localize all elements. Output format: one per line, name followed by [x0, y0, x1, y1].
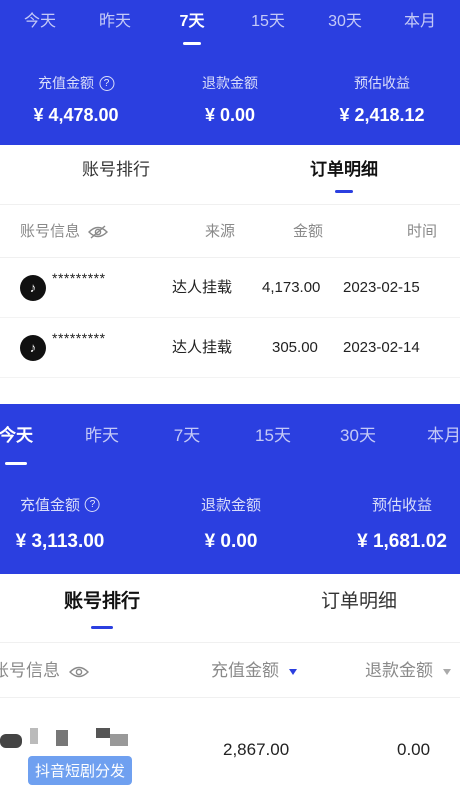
stat-refund-label: 退款金额	[200, 497, 262, 514]
eye-icon[interactable]	[68, 665, 89, 679]
tab-order-detail[interactable]: 订单明细	[321, 574, 397, 630]
tab-this-month[interactable]: 本月	[427, 404, 460, 468]
tab-30-days[interactable]: 30天	[328, 0, 362, 44]
eye-off-icon[interactable]	[88, 225, 109, 239]
col-recharge: 充值金额	[211, 661, 279, 680]
stats-header: 今天 昨天 7天 15天 30天 本月 充值金额 ? ¥ 3,113.00 退款…	[0, 404, 460, 574]
stat-estimated-value: ¥ 2,418.12	[339, 105, 425, 125]
masked-account: *********	[52, 270, 106, 286]
stat-refund-value: ¥ 0.00	[204, 105, 256, 125]
row-source: 达人挂载	[172, 279, 233, 296]
stat-recharge-value: ¥ 4,478.00	[33, 105, 119, 125]
row-source: 达人挂载	[172, 339, 233, 356]
stat-recharge-label: 充值金额	[19, 497, 81, 514]
sort-caret-icon[interactable]	[289, 668, 297, 675]
stat-refund: 退款金额 ¥ 0.00	[202, 73, 258, 126]
tiktok-icon: ♪	[20, 275, 46, 301]
stat-refund: 退款金额 ¥ 0.00	[201, 494, 261, 553]
tab-today[interactable]: 今天	[24, 0, 56, 44]
row-amount: 305.00	[272, 339, 318, 356]
active-tab-indicator	[183, 42, 201, 45]
col-amount: 金额	[293, 223, 324, 240]
table-header: 账号信息 来源 金额 时间	[0, 204, 460, 258]
tab-account-rank[interactable]: 账号排行	[82, 145, 150, 195]
tab-15-days[interactable]: 15天	[251, 0, 285, 44]
stat-estimated-label: 预估收益	[353, 75, 410, 91]
tiktok-icon: ♪	[20, 335, 46, 361]
help-icon[interactable]: ?	[98, 75, 114, 91]
tab-15-days[interactable]: 15天	[255, 404, 291, 468]
table-row[interactable]: ♪ ********* 达人挂载 305.00 2023-02-14	[0, 318, 460, 378]
screenshot-7-days: 今天 昨天 7天 15天 30天 本月 充值金额 ? ¥ 4,478.00 退款…	[0, 0, 460, 378]
stat-estimated: 预估收益 ¥ 2,418.12	[339, 73, 424, 126]
stat-recharge: 充值金额 ? ¥ 3,113.00	[15, 494, 105, 553]
table-header: 账号信息 充值金额 退款金额	[0, 642, 460, 698]
col-refund: 退款金额	[365, 661, 433, 680]
masked-account: *********	[52, 330, 106, 346]
table-row[interactable]: ♪ ********* 达人挂载 4,173.00 2023-02-15	[0, 258, 460, 318]
active-tab-indicator	[5, 462, 27, 465]
tab-today[interactable]: 今天	[0, 404, 33, 468]
sort-caret-icon[interactable]	[443, 668, 451, 675]
row-time: 2023-02-15	[343, 279, 420, 296]
stat-recharge-label: 充值金额	[37, 75, 94, 91]
row-time: 2023-02-14	[343, 339, 420, 356]
active-subtab-indicator	[91, 626, 113, 629]
tab-yesterday[interactable]: 昨天	[99, 0, 131, 44]
tab-this-month[interactable]: 本月	[404, 0, 436, 44]
stat-refund-value: ¥ 0.00	[204, 531, 258, 552]
row-refund: 0.00	[397, 740, 431, 759]
account-tag: 抖音短剧分发	[28, 756, 133, 785]
screenshot-divider	[0, 378, 460, 404]
row-amount: 4,173.00	[262, 279, 321, 296]
col-account: 账号信息	[0, 661, 60, 680]
tab-account-rank[interactable]: 账号排行	[64, 574, 140, 630]
row-recharge: 2,867.00	[223, 740, 290, 759]
tab-order-detail[interactable]: 订单明细	[310, 145, 378, 195]
view-tabs: 账号排行 订单明细	[0, 574, 460, 636]
stat-refund-label: 退款金额	[202, 75, 258, 91]
stat-recharge-value: ¥ 3,113.00	[15, 531, 105, 552]
screenshot-today: 今天 昨天 7天 15天 30天 本月 充值金额 ? ¥ 3,113.00 退款…	[0, 404, 460, 790]
date-range-tabs: 今天 昨天 7天 15天 30天 本月	[0, 404, 460, 468]
stat-estimated-value: ¥ 1,681.02	[357, 531, 447, 552]
tab-7-days[interactable]: 7天	[180, 0, 205, 44]
stat-estimated-label: 预估收益	[371, 497, 432, 514]
col-account: 账号信息	[20, 223, 81, 240]
col-source: 来源	[205, 223, 236, 240]
tab-30-days[interactable]: 30天	[340, 404, 376, 468]
active-subtab-indicator	[335, 190, 353, 193]
stats-header: 今天 昨天 7天 15天 30天 本月 充值金额 ? ¥ 4,478.00 退款…	[0, 0, 460, 145]
help-icon[interactable]: ?	[85, 497, 101, 512]
stat-recharge: 充值金额 ? ¥ 4,478.00	[33, 73, 118, 126]
tab-yesterday[interactable]: 昨天	[85, 404, 119, 468]
date-range-tabs: 今天 昨天 7天 15天 30天 本月	[0, 0, 460, 45]
view-tabs: 账号排行 订单明细	[0, 145, 460, 195]
stat-estimated: 预估收益 ¥ 1,681.02	[357, 494, 447, 553]
tab-7-days[interactable]: 7天	[174, 404, 200, 468]
col-time: 时间	[407, 223, 438, 240]
table-row[interactable]: 抖音短剧分发 2,867.00 0.00	[0, 698, 460, 790]
